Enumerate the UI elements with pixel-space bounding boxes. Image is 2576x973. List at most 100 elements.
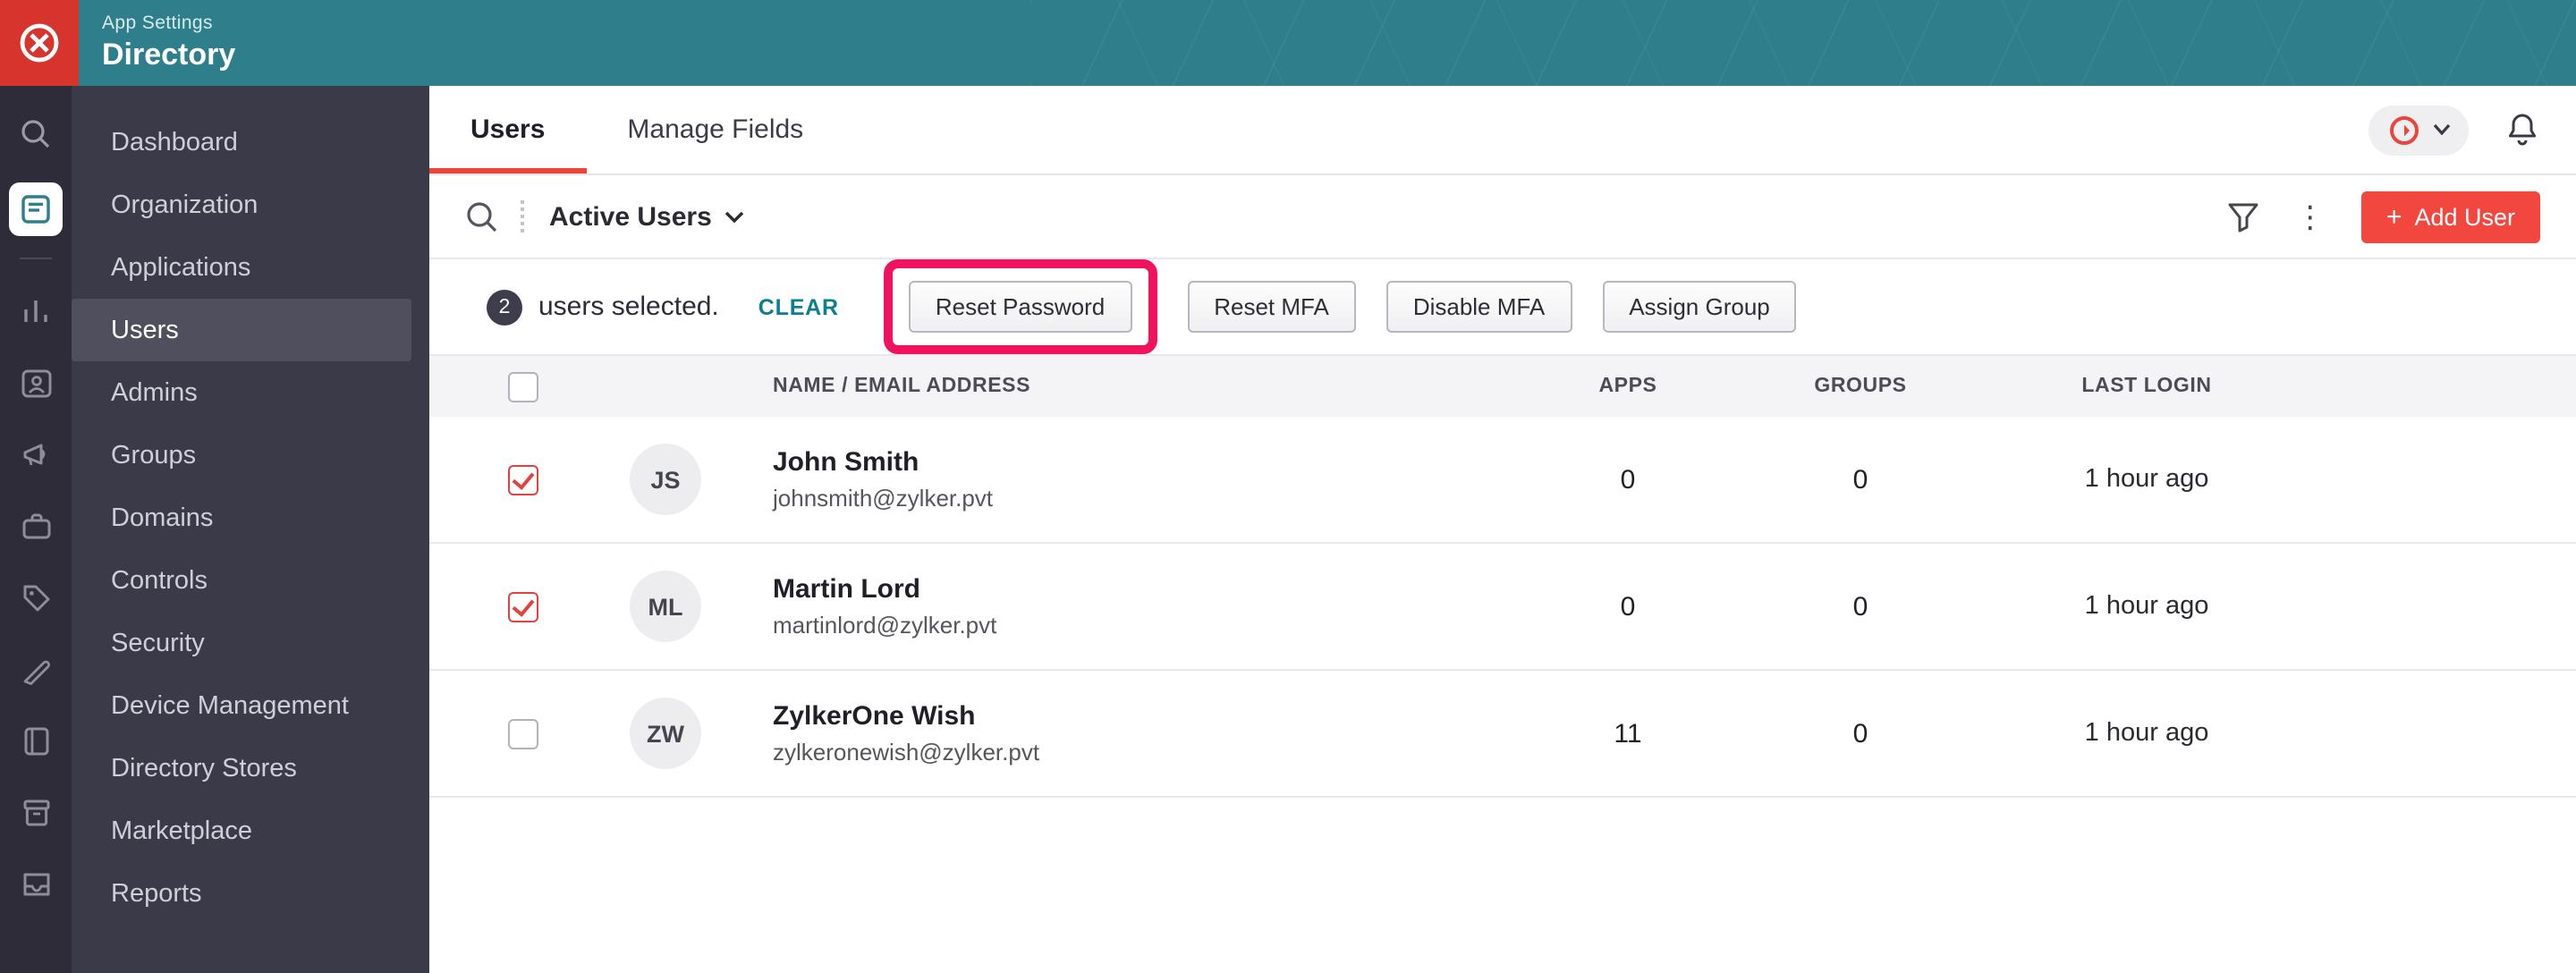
sidebar-item-label: Domains	[111, 503, 214, 532]
reset-mfa-button[interactable]: Reset MFA	[1187, 281, 1356, 333]
toolbar-divider	[521, 200, 524, 233]
sidebar-item-security[interactable]: Security	[72, 612, 411, 674]
app-settings-label: App Settings	[102, 13, 213, 34]
search-icon[interactable]	[13, 111, 59, 157]
table-row[interactable]: ML Martin Lord martinlord@zylker.pvt 0 0…	[429, 544, 2576, 671]
topbar-titles: App Settings Directory	[102, 13, 235, 73]
column-header-name: NAME / EMAIL ADDRESS	[773, 376, 1031, 397]
sidebar-item-label: Reports	[111, 879, 202, 908]
sidebar-item-applications[interactable]: Applications	[72, 236, 411, 299]
users-table: NAME / EMAIL ADDRESS APPS GROUPS LAST LO…	[429, 356, 2576, 798]
contacts-icon[interactable]	[13, 360, 59, 406]
sidebar-item-label: Organization	[111, 190, 258, 219]
annotation-highlight-box: Reset Password	[883, 259, 1157, 354]
briefcase-icon[interactable]	[13, 503, 59, 549]
sidebar-item-dashboard[interactable]: Dashboard	[72, 111, 411, 173]
sidebar-item-marketplace[interactable]: Marketplace	[72, 800, 411, 862]
sidebar-item-device-management[interactable]: Device Management	[72, 674, 411, 737]
sidebar-item-label: Marketplace	[111, 816, 252, 845]
clear-selection-link[interactable]: CLEAR	[758, 294, 839, 319]
rail-divider	[20, 258, 52, 259]
sidebar-item-reports[interactable]: Reports	[72, 862, 411, 925]
chevron-down-icon	[2433, 123, 2451, 136]
tab-manage-fields[interactable]: Manage Fields	[586, 86, 844, 173]
top-bar: App Settings Directory	[0, 0, 2576, 86]
groups-count: 0	[1852, 464, 1868, 495]
tag-icon[interactable]	[13, 574, 59, 621]
sidebar-item-label: Groups	[111, 441, 197, 470]
selection-action-bar: 2 users selected. CLEAR Reset Password R…	[429, 259, 2576, 356]
search-users-icon[interactable]	[465, 199, 499, 233]
last-login: 1 hour ago	[2084, 719, 2209, 748]
last-login: 1 hour ago	[2084, 465, 2209, 494]
design-pen-icon[interactable]	[13, 646, 59, 692]
table-header-row: NAME / EMAIL ADDRESS APPS GROUPS LAST LO…	[429, 356, 2576, 417]
user-view-dropdown[interactable]: Active Users	[549, 201, 744, 232]
table-row[interactable]: JS John Smith johnsmith@zylker.pvt 0 0 1…	[429, 417, 2576, 544]
users-toolbar: Active Users ⋮ + Add User	[429, 175, 2576, 259]
sidebar-item-domains[interactable]: Domains	[72, 486, 411, 549]
sidebar-item-directory-stores[interactable]: Directory Stores	[72, 737, 411, 800]
groups-count: 0	[1852, 718, 1868, 749]
selected-count-badge: 2	[487, 289, 522, 325]
user-name: ZylkerOne Wish	[773, 701, 976, 732]
reset-password-button[interactable]: Reset Password	[908, 281, 1132, 333]
filter-funnel-icon[interactable]	[2227, 201, 2259, 232]
user-name: John Smith	[773, 447, 919, 478]
sidebar-item-label: Controls	[111, 566, 208, 595]
row-checkbox[interactable]	[508, 718, 538, 749]
more-options-kebab-icon[interactable]: ⋮	[2292, 201, 2329, 232]
inbox-tray-icon[interactable]	[13, 860, 59, 907]
tab-manage-fields-label: Manage Fields	[627, 114, 804, 145]
sidebar-nav: Dashboard Organization Applications User…	[72, 86, 429, 973]
row-checkbox[interactable]	[508, 464, 538, 495]
directory-app-window: App Settings Directory Dashboard Organiz…	[0, 0, 2576, 973]
column-header-apps: APPS	[1598, 376, 1657, 397]
page-title: Directory	[102, 38, 236, 72]
tabs-bar: Users Manage Fields	[429, 86, 2576, 175]
sidebar-item-label: Dashboard	[111, 128, 238, 157]
user-email: johnsmith@zylker.pvt	[773, 485, 994, 512]
add-user-button[interactable]: + Add User	[2360, 190, 2540, 242]
row-checkbox[interactable]	[508, 591, 538, 622]
announcement-icon[interactable]	[13, 431, 59, 478]
main-content: Users Manage Fields Active Users ⋮ + Add…	[429, 86, 2576, 973]
analytics-icon[interactable]	[13, 288, 59, 334]
plus-icon: +	[2385, 201, 2402, 232]
avatar: JS	[630, 444, 701, 515]
sidebar-item-organization[interactable]: Organization	[72, 173, 411, 236]
sidebar-item-label: Device Management	[111, 691, 349, 720]
apps-count: 11	[1614, 718, 1642, 749]
select-all-checkbox[interactable]	[508, 371, 538, 402]
notifications-bell-icon[interactable]	[2504, 111, 2540, 148]
table-row[interactable]: ZW ZylkerOne Wish zylkeronewish@zylker.p…	[429, 671, 2576, 798]
last-login: 1 hour ago	[2084, 592, 2209, 621]
disable-mfa-button[interactable]: Disable MFA	[1385, 281, 1572, 333]
sidebar-item-controls[interactable]: Controls	[72, 549, 411, 612]
sidebar-item-groups[interactable]: Groups	[72, 424, 411, 486]
user-email: martinlord@zylker.pvt	[773, 612, 997, 639]
sidebar-item-users[interactable]: Users	[72, 299, 411, 361]
chevron-down-icon	[724, 210, 743, 223]
logo-circle-x-icon	[20, 23, 59, 63]
add-user-label: Add User	[2414, 203, 2515, 230]
account-switcher[interactable]	[2368, 105, 2469, 155]
column-header-groups: GROUPS	[1814, 376, 1907, 397]
assign-group-button[interactable]: Assign Group	[1602, 281, 1797, 333]
sidebar-item-label: Users	[111, 316, 179, 344]
sidebar-item-label: Applications	[111, 253, 251, 282]
user-name: Martin Lord	[773, 574, 920, 605]
zylker-directory-logo[interactable]	[0, 0, 79, 86]
sidebar-item-admins[interactable]: Admins	[72, 361, 411, 424]
sidebar-item-label: Admins	[111, 378, 198, 407]
tab-users-label: Users	[470, 114, 546, 145]
tab-users[interactable]: Users	[429, 86, 586, 173]
archive-box-icon[interactable]	[13, 789, 59, 835]
directory-app-icon[interactable]	[9, 182, 63, 236]
apps-count: 0	[1620, 591, 1636, 622]
user-email: zylkeronewish@zylker.pvt	[773, 739, 1040, 766]
avatar: ML	[630, 571, 701, 642]
user-view-dropdown-label: Active Users	[549, 201, 712, 232]
book-icon[interactable]	[13, 717, 59, 764]
sidebar-item-label: Directory Stores	[111, 754, 297, 783]
